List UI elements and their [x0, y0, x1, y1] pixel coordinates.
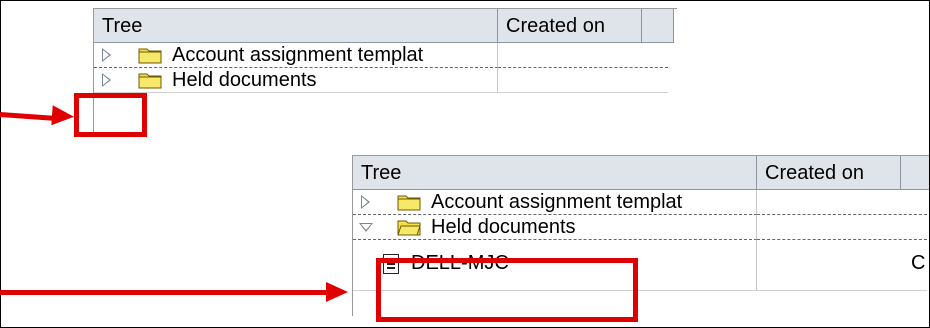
created-on-cell — [757, 190, 927, 215]
created-on-column-header[interactable]: Created on — [757, 156, 901, 190]
created-on-cell: C — [757, 240, 927, 291]
tree-row-held-documents[interactable]: Held documents — [94, 68, 677, 93]
tree-node-label: Account assignment templat — [172, 44, 424, 66]
tree-row-account-assignment[interactable]: Account assignment templat — [353, 190, 929, 215]
tree-header: Tree Created on — [94, 9, 674, 43]
empty-column-header — [901, 156, 929, 190]
expand-arrow-icon[interactable] — [361, 195, 370, 209]
tree-row-held-documents[interactable]: Held documents — [353, 215, 929, 240]
tree-node-label: Held documents — [431, 216, 576, 238]
folder-icon — [397, 195, 421, 211]
tree-node-label: Held documents — [172, 69, 317, 91]
empty-column-header — [642, 9, 674, 43]
created-on-cell — [498, 43, 668, 68]
expand-arrow-icon[interactable] — [102, 73, 111, 87]
folder-icon — [138, 73, 162, 89]
annotation-arrow-head — [51, 105, 75, 127]
highlight-box-document-node — [376, 258, 638, 322]
open-folder-icon — [397, 220, 421, 236]
tree-column-header[interactable]: Tree — [353, 156, 757, 190]
collapse-arrow-icon[interactable] — [359, 223, 373, 232]
created-on-cell — [757, 215, 927, 240]
annotation-arrow-line — [0, 290, 330, 295]
annotation-arrow-head — [326, 282, 348, 302]
expand-arrow-icon[interactable] — [102, 48, 111, 62]
created-on-column-header[interactable]: Created on — [498, 9, 642, 43]
folder-icon — [138, 48, 162, 64]
tree-column-header[interactable]: Tree — [94, 9, 498, 43]
highlight-box-expand-arrow — [74, 93, 147, 137]
tree-panel-collapsed: Tree Created on Account assignment templ… — [93, 8, 677, 135]
tree-node-label: Account assignment templat — [431, 191, 683, 213]
tree-header: Tree Created on — [353, 156, 929, 190]
created-on-cell — [498, 68, 668, 93]
tree-row-account-assignment[interactable]: Account assignment templat — [94, 43, 677, 68]
